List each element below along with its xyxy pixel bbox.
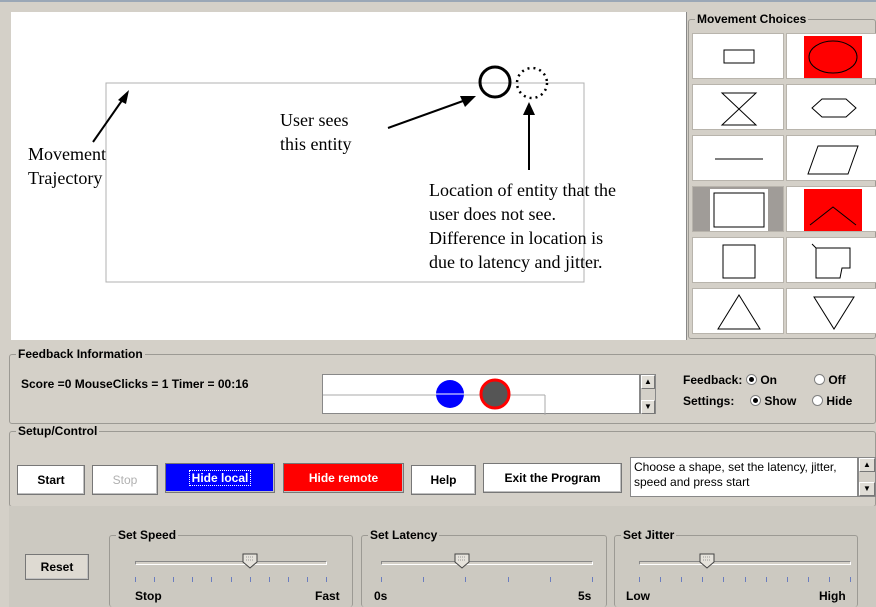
feedback-title: Feedback Information	[16, 347, 145, 361]
hide-local-button[interactable]: Hide local	[165, 463, 275, 493]
ellipse-icon	[804, 36, 862, 78]
speed-title: Set Speed	[116, 528, 179, 542]
jitter-title: Set Jitter	[621, 528, 677, 542]
speed-slider-ticks	[135, 577, 327, 583]
movement-choice-ellipse[interactable]	[786, 33, 876, 79]
settings-show-radio[interactable]: Show	[750, 394, 796, 408]
square-icon	[710, 240, 768, 282]
movement-choice-square[interactable]	[692, 237, 784, 283]
radio-on-icon	[746, 374, 757, 385]
speed-slider-track[interactable]	[135, 561, 327, 565]
jitter-slider-track[interactable]	[639, 561, 851, 565]
movement-choice-irregular-path[interactable]	[786, 237, 876, 283]
help-button[interactable]: Help	[411, 465, 476, 495]
settings-label: Settings:	[683, 394, 735, 408]
visible-entity	[478, 65, 512, 99]
movement-choice-triangle-up[interactable]	[692, 288, 784, 334]
progress-panel	[322, 374, 640, 415]
radio-off-icon	[814, 374, 825, 385]
movement-choice-parallelogram[interactable]	[786, 135, 876, 181]
annotation-user-sees: User sees this entity	[280, 110, 352, 154]
triangle-up-icon	[710, 291, 768, 333]
feedback-on-radio[interactable]: On	[746, 373, 777, 387]
user-sees-arrow	[387, 100, 464, 129]
message-area[interactable]: Choose a shape, set the latency, jitter,…	[630, 457, 858, 497]
drawing-canvas[interactable]: Movement Trajectory User sees this entit…	[11, 12, 687, 340]
latency-slider-track[interactable]	[381, 561, 593, 565]
movement-choice-hexagon[interactable]	[786, 84, 876, 130]
exit-button[interactable]: Exit the Program	[483, 463, 622, 493]
progress-drawing	[323, 378, 546, 415]
triangle-down-icon	[804, 291, 862, 333]
trajectory-arrow	[92, 98, 124, 143]
movement-choice-rectangle[interactable]	[692, 33, 784, 79]
annotation-hidden-entity: Location of entity that the user does no…	[429, 180, 616, 272]
setup-title: Setup/Control	[16, 424, 100, 438]
hidden-arrowhead	[523, 102, 535, 115]
movement-choice-rectangle-path[interactable]	[692, 186, 784, 232]
start-button[interactable]: Start	[17, 465, 85, 495]
jitter-max-label: High	[819, 589, 846, 603]
progress-scrollbar[interactable]: ▲ ▼	[640, 374, 656, 414]
latency-slider-thumb[interactable]	[454, 553, 470, 569]
radio-on-icon	[750, 395, 761, 406]
scroll-up-icon[interactable]: ▲	[641, 375, 655, 389]
rectangle-path-icon	[710, 189, 768, 231]
radio-off-icon	[812, 395, 823, 406]
scroll-up-icon[interactable]: ▲	[859, 458, 875, 472]
scroll-down-icon[interactable]: ▼	[859, 482, 875, 496]
message-scrollbar[interactable]: ▲ ▼	[858, 457, 876, 497]
remote-entity-dot	[479, 378, 511, 410]
top-border	[0, 0, 876, 2]
canvas-drawing	[92, 65, 585, 283]
hexagon-icon	[804, 87, 862, 129]
jitter-slider-ticks	[639, 577, 851, 583]
movement-choice-horizontal-line[interactable]	[692, 135, 784, 181]
feedback-off-radio[interactable]: Off	[814, 373, 846, 387]
trajectory-arrowhead	[118, 90, 129, 104]
hourglass-icon	[710, 87, 768, 129]
latency-min-label: 0s	[374, 589, 388, 603]
latency-max-label: 5s	[578, 589, 592, 603]
parallelogram-icon	[804, 138, 862, 180]
latency-slider-panel: Set Latency	[361, 528, 607, 607]
stop-button[interactable]: Stop	[92, 465, 158, 495]
speed-slider-thumb[interactable]	[242, 553, 258, 569]
status-text: Score =0 MouseClicks = 1 Timer = 00:16	[21, 377, 249, 391]
movement-choices-title: Movement Choices	[695, 12, 809, 26]
horizontal-line-icon	[710, 138, 768, 180]
settings-hide-radio[interactable]: Hide	[812, 394, 852, 408]
hide-remote-button[interactable]: Hide remote	[283, 463, 404, 493]
reset-button[interactable]: Reset	[25, 554, 89, 580]
speed-min-label: Stop	[135, 589, 162, 603]
latency-title: Set Latency	[368, 528, 440, 542]
movement-choice-bell-curve[interactable]	[786, 186, 876, 232]
movement-choice-triangle-down[interactable]	[786, 288, 876, 334]
feedback-label: Feedback:	[683, 373, 743, 387]
rectangle-icon	[710, 36, 768, 78]
movement-choice-hourglass[interactable]	[692, 84, 784, 130]
scroll-down-icon[interactable]: ▼	[641, 400, 655, 414]
latency-slider-ticks	[381, 577, 593, 583]
bell-curve-icon	[804, 189, 862, 231]
annotation-trajectory: Movement Trajectory	[28, 144, 106, 188]
jitter-slider-thumb[interactable]	[699, 553, 715, 569]
jitter-min-label: Low	[626, 589, 650, 603]
irregular-path-icon	[804, 240, 862, 282]
speed-max-label: Fast	[315, 589, 340, 603]
